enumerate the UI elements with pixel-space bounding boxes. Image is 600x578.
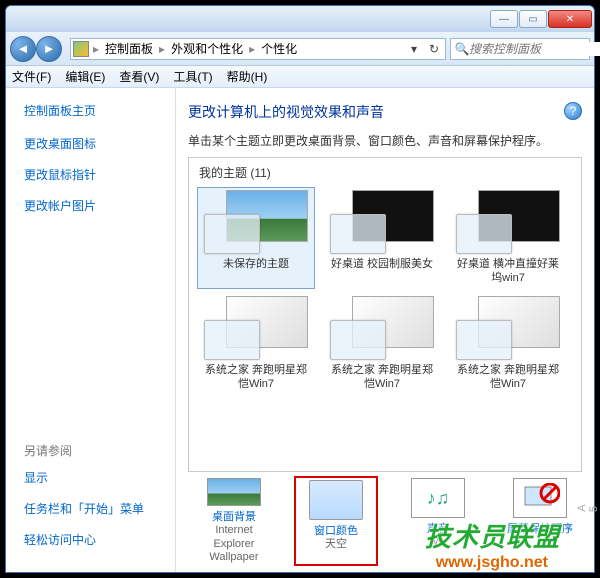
theme-thumb [456, 190, 560, 254]
theme-label: 系统之家 奔跑明星郑恺Win7 [452, 364, 564, 392]
theme-thumb [330, 190, 434, 254]
see-also-display[interactable]: 显示 [24, 469, 163, 486]
main-heading-row: 更改计算机上的视觉效果和声音 ? [188, 102, 582, 122]
explorer-window: — ▭ ✕ ◄ ► ▸ 控制面板 ▸ 外观和个性化 ▸ 个性化 ▾ ↻ 🔍 文件… [5, 5, 595, 573]
menu-help[interactable]: 帮助(H) [227, 68, 268, 85]
nav-arrows: ◄ ► [10, 36, 62, 62]
sidebar-link-desktop-icons[interactable]: 更改桌面图标 [24, 135, 163, 152]
search-input[interactable] [469, 42, 600, 56]
forward-button[interactable]: ► [36, 36, 62, 62]
menu-edit[interactable]: 编辑(E) [65, 68, 105, 85]
theme-item[interactable]: 系统之家 奔跑明星郑恺Win7 [323, 293, 441, 395]
breadcrumb-sep-icon: ▸ [91, 42, 101, 56]
tile-sub: Internet Explorer Wallpaper [196, 524, 272, 564]
theme-item-unsaved[interactable]: 未保存的主题 [197, 187, 315, 289]
theme-label: 好桌道 校园制服美女 [331, 258, 433, 286]
page-title: 更改计算机上的视觉效果和声音 [188, 102, 384, 122]
theme-label: 未保存的主题 [223, 258, 289, 286]
theme-thumb [456, 296, 560, 360]
breadcrumb-item-appearance[interactable]: 外观和个性化 [169, 40, 245, 57]
see-also-ease-of-access[interactable]: 轻松访问中心 [24, 531, 163, 548]
sidebar: 控制面板主页 更改桌面图标 更改鼠标指针 更改帐户图片 另请参阅 显示 任务栏和… [6, 88, 176, 572]
main-pane: 更改计算机上的视觉效果和声音 ? 单击某个主题立即更改桌面背景、窗口颜色、声音和… [176, 88, 594, 572]
theme-item[interactable]: 好桌道 横冲直撞好莱坞win7 [449, 187, 567, 289]
see-also-taskbar[interactable]: 任务栏和「开始」菜单 [24, 500, 163, 517]
window-color-tile[interactable]: 窗口颜色 天空 [294, 476, 378, 566]
tile-title: 声音 [427, 520, 449, 536]
breadcrumb-item-ctrlpanel[interactable]: 控制面板 [103, 40, 155, 57]
tile-sub: 天空 [325, 538, 347, 551]
theme-label: 系统之家 奔跑明星郑恺Win7 [200, 364, 312, 392]
tile-title: 屏幕保护程序 [507, 520, 573, 536]
menubar: 文件(F) 编辑(E) 查看(V) 工具(T) 帮助(H) [6, 66, 594, 88]
breadcrumb-item-personalize[interactable]: 个性化 [259, 40, 299, 57]
theme-thumb [330, 296, 434, 360]
see-also-heading: 另请参阅 [24, 442, 163, 459]
back-button[interactable]: ◄ [10, 36, 36, 62]
theme-thumb [204, 296, 308, 360]
cpl-home-link[interactable]: 控制面板主页 [24, 102, 163, 119]
breadcrumb-dropdown-icon[interactable]: ▾ [405, 42, 423, 56]
tile-sub: W [433, 536, 443, 549]
breadcrumb-sep-icon: ▸ [157, 42, 167, 56]
window-color-preview-icon [309, 480, 363, 520]
theme-item[interactable]: 系统之家 奔跑明星郑恺Win7 [197, 293, 315, 395]
screensaver-tile[interactable]: 屏幕保护程序 [498, 476, 582, 566]
theme-item[interactable]: 系统之家 奔跑明星郑恺Win7 [449, 293, 567, 395]
theme-group-title: 我的主题 (11) [199, 164, 573, 181]
address-bar[interactable]: ▸ 控制面板 ▸ 外观和个性化 ▸ 个性化 ▾ ↻ [70, 38, 446, 60]
menu-view[interactable]: 查看(V) [119, 68, 159, 85]
nav-toolbar: ◄ ► ▸ 控制面板 ▸ 外观和个性化 ▸ 个性化 ▾ ↻ 🔍 [6, 32, 594, 66]
sidebar-link-mouse-pointers[interactable]: 更改鼠标指针 [24, 166, 163, 183]
search-box[interactable]: 🔍 [450, 38, 590, 60]
theme-thumb [204, 190, 308, 254]
themes-panel: 我的主题 (11) 未保存的主题 好桌道 校园制服美女 好桌道 横冲直撞好莱坞w… [188, 157, 582, 472]
theme-label: 好桌道 横冲直撞好莱坞win7 [452, 258, 564, 286]
search-icon: 🔍 [455, 42, 469, 56]
page-subtitle: 单击某个主题立即更改桌面背景、窗口颜色、声音和屏幕保护程序。 [188, 132, 582, 149]
theme-item[interactable]: 好桌道 校园制服美女 [323, 187, 441, 289]
screensaver-icon [513, 478, 567, 518]
wallpaper-preview-icon [207, 478, 261, 506]
breadcrumb-sep-icon: ▸ [247, 42, 257, 56]
theme-grid: 未保存的主题 好桌道 校园制服美女 好桌道 横冲直撞好莱坞win7 系统之家 奔… [197, 187, 573, 395]
sounds-tile[interactable]: ♪♫ 声音 W [396, 476, 480, 566]
content-body: 控制面板主页 更改桌面图标 更改鼠标指针 更改帐户图片 另请参阅 显示 任务栏和… [6, 88, 594, 572]
maximize-button[interactable]: ▭ [519, 10, 547, 28]
menu-tools[interactable]: 工具(T) [173, 68, 212, 85]
theme-settings-row: 桌面背景 Internet Explorer Wallpaper 窗口颜色 天空… [188, 472, 582, 566]
menu-file[interactable]: 文件(F) [12, 68, 51, 85]
cpl-icon [73, 41, 89, 57]
help-icon[interactable]: ? [564, 102, 582, 120]
titlebar: — ▭ ✕ [6, 6, 594, 32]
theme-label: 系统之家 奔跑明星郑恺Win7 [326, 364, 438, 392]
sidebar-link-account-picture[interactable]: 更改帐户图片 [24, 197, 163, 214]
close-button[interactable]: ✕ [548, 10, 592, 28]
tile-title: 窗口颜色 [314, 522, 358, 538]
refresh-button[interactable]: ↻ [425, 42, 443, 56]
sound-scheme-icon: ♪♫ [411, 478, 465, 518]
desktop-background-tile[interactable]: 桌面背景 Internet Explorer Wallpaper [192, 476, 276, 566]
minimize-button[interactable]: — [490, 10, 518, 28]
tile-title: 桌面背景 [212, 508, 256, 524]
